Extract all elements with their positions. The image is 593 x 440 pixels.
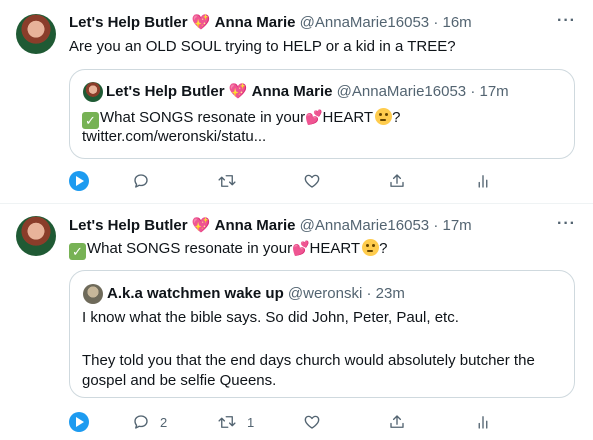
analytics-icon — [478, 416, 488, 429]
tweet-actions — [69, 171, 575, 191]
quoted-text-line-2: They told you that the end days church w… — [82, 352, 535, 369]
thinking-face-icon — [375, 108, 393, 125]
tweet-actions: 2 1 — [69, 412, 575, 432]
quoted-author-name-2: Anna Marie — [251, 83, 333, 100]
separator-dot: · — [433, 217, 439, 234]
analytics-button[interactable] — [474, 171, 492, 191]
thinking-face-icon — [362, 239, 380, 256]
tweet-text-b: HEART — [309, 240, 361, 257]
play-button[interactable] — [69, 412, 89, 432]
tweet-2[interactable]: Let's Help Butler 💖 Anna Marie @AnnaMari… — [0, 204, 593, 440]
author-handle[interactable]: @AnnaMarie16053 — [300, 14, 429, 31]
quoted-handle: @AnnaMarie16053 — [336, 83, 467, 100]
author-name-2[interactable]: Anna Marie — [215, 14, 296, 31]
quoted-time: 23m — [375, 285, 405, 302]
separator-dot: · — [366, 285, 372, 302]
quoted-tweet[interactable]: Let's Help Butler 💖 Anna Marie @AnnaMari… — [69, 69, 575, 159]
tweet-header: Let's Help Butler 💖 Anna Marie @AnnaMari… — [69, 13, 472, 33]
heart-emoji-icon: 💖 — [191, 14, 211, 31]
play-button[interactable] — [69, 171, 89, 191]
retweet-count: 1 — [247, 414, 255, 430]
author-name-2[interactable]: Anna Marie — [215, 217, 296, 234]
check-mark-icon: ✓ — [69, 243, 86, 260]
tweet-time[interactable]: 16m — [442, 14, 471, 31]
reply-button[interactable]: 2 — [132, 412, 167, 432]
like-icon — [304, 174, 320, 188]
quoted-text-a: What SONGS resonate in your — [100, 109, 306, 126]
heart-emoji-icon: 💖 — [228, 83, 248, 100]
author-name[interactable]: Let's Help Butler — [69, 14, 188, 31]
author-name[interactable]: Let's Help Butler — [69, 217, 188, 234]
share-button[interactable] — [388, 171, 406, 191]
analytics-button[interactable] — [474, 412, 492, 432]
play-icon — [69, 171, 89, 191]
retweet-button[interactable] — [217, 171, 247, 191]
hearts-emoji-icon: 💕 — [305, 109, 323, 125]
heart-emoji-icon: 💖 — [191, 217, 211, 234]
tweet-text: ✓ What SONGS resonate in your💕HEART? — [69, 238, 387, 260]
hearts-emoji-icon: 💕 — [292, 240, 310, 256]
more-options-icon[interactable]: ··· — [557, 215, 576, 233]
quoted-text-c: ? — [392, 109, 401, 126]
avatar[interactable] — [16, 14, 56, 54]
tweet-time[interactable]: 17m — [442, 217, 471, 234]
avatar[interactable] — [16, 216, 56, 256]
retweet-icon — [218, 175, 236, 187]
quoted-link[interactable]: twitter.com/weronski/statu... — [82, 127, 266, 147]
separator-dot: · — [433, 14, 439, 31]
quoted-text-b: HEART — [322, 109, 374, 126]
like-icon — [304, 415, 320, 429]
reply-icon — [134, 415, 148, 429]
like-button[interactable] — [303, 171, 331, 191]
retweet-icon — [218, 416, 236, 428]
tweet-text: Are you an OLD SOUL trying to HELP or a … — [69, 38, 456, 55]
quoted-header: A.k.a watchmen wake up @weronski · 23m — [107, 284, 405, 304]
quoted-text-line-1: ✓ What SONGS resonate in your💕HEART? — [82, 107, 400, 129]
quoted-handle: @weronski — [287, 285, 363, 302]
quoted-time: 17m — [479, 83, 509, 100]
quoted-tweet[interactable]: A.k.a watchmen wake up @weronski · 23m I… — [69, 270, 575, 398]
share-icon — [390, 174, 404, 187]
reply-icon — [134, 174, 148, 188]
quoted-author-name: A.k.a watchmen wake up — [107, 285, 284, 302]
quoted-author-name: Let's Help Butler — [106, 83, 225, 100]
more-options-icon[interactable]: ··· — [557, 12, 576, 30]
quoted-avatar — [83, 82, 103, 102]
reply-count: 2 — [160, 414, 168, 430]
quoted-text-line-1: I know what the bible says. So did John,… — [82, 309, 459, 326]
separator-dot: · — [470, 83, 476, 100]
share-icon — [390, 415, 404, 428]
tweet-text-a: What SONGS resonate in your — [87, 240, 293, 257]
analytics-icon — [478, 175, 488, 188]
tweet-1[interactable]: Let's Help Butler 💖 Anna Marie @AnnaMari… — [0, 0, 593, 200]
retweet-button[interactable]: 1 — [217, 412, 254, 432]
share-button[interactable] — [388, 412, 406, 432]
play-icon — [69, 412, 89, 432]
quoted-text-line-3: gospel and be selfie Queens. — [82, 372, 277, 389]
quoted-header: Let's Help Butler 💖 Anna Marie @AnnaMari… — [106, 82, 509, 102]
tweet-text-c: ? — [379, 240, 388, 257]
author-handle[interactable]: @AnnaMarie16053 — [300, 217, 429, 234]
reply-button[interactable] — [132, 171, 160, 191]
like-button[interactable] — [303, 412, 331, 432]
tweet-header: Let's Help Butler 💖 Anna Marie @AnnaMari… — [69, 216, 472, 236]
quoted-avatar — [83, 284, 103, 304]
